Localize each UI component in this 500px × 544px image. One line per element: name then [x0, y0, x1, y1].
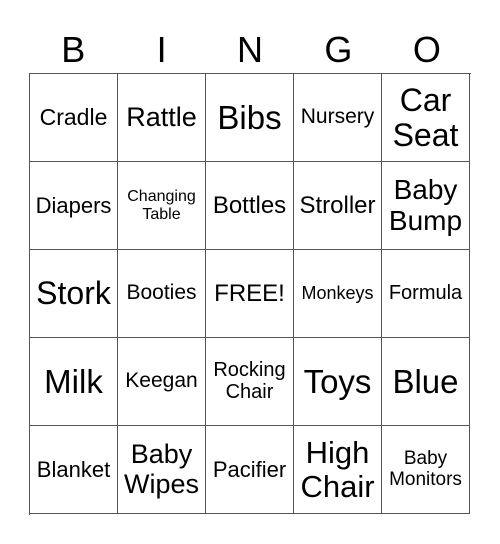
bingo-cell[interactable]: Stroller — [294, 162, 382, 250]
header-letter-g: G — [324, 29, 353, 70]
bingo-cell[interactable]: Blue — [382, 338, 470, 426]
bingo-cell[interactable]: Baby Monitors — [382, 426, 470, 514]
bingo-cell[interactable]: Pacifier — [206, 426, 294, 514]
bingo-cell[interactable]: Toys — [294, 338, 382, 426]
bingo-cell[interactable]: Baby Bump — [382, 162, 470, 250]
bingo-cell[interactable]: Diapers — [30, 162, 118, 250]
bingo-cell[interactable]: Booties — [118, 250, 206, 338]
bingo-cell[interactable]: Baby Wipes — [118, 426, 206, 514]
bingo-cell[interactable]: Milk — [30, 338, 118, 426]
header-letter-o: O — [412, 29, 441, 70]
bingo-cell[interactable]: Formula — [382, 250, 470, 338]
bingo-header: B I N G O — [29, 28, 471, 72]
bingo-cell[interactable]: Nursery — [294, 74, 382, 162]
bingo-cell[interactable]: Rattle — [118, 74, 206, 162]
bingo-cell[interactable]: Keegan — [118, 338, 206, 426]
header-letter-i: I — [156, 29, 167, 70]
bingo-cell[interactable]: High Chair — [294, 426, 382, 514]
bingo-cell[interactable]: Blanket — [30, 426, 118, 514]
bingo-cell[interactable]: Bottles — [206, 162, 294, 250]
header-letter-n: N — [237, 29, 264, 70]
bingo-cell[interactable]: Rocking Chair — [206, 338, 294, 426]
bingo-cell[interactable]: Stork — [30, 250, 118, 338]
bingo-cell[interactable]: Cradle — [30, 74, 118, 162]
bingo-cell[interactable]: Monkeys — [294, 250, 382, 338]
bingo-grid: Cradle Rattle Bibs Nursery Car Seat Diapers Ch… — [29, 73, 471, 515]
bingo-cell[interactable]: Car Seat — [382, 74, 470, 162]
bingo-cell[interactable]: FREE! — [206, 250, 294, 338]
header-letter-b: B — [61, 29, 86, 70]
bingo-cell[interactable]: Bibs — [206, 74, 294, 162]
bingo-cell[interactable]: Changing Table — [118, 162, 206, 250]
